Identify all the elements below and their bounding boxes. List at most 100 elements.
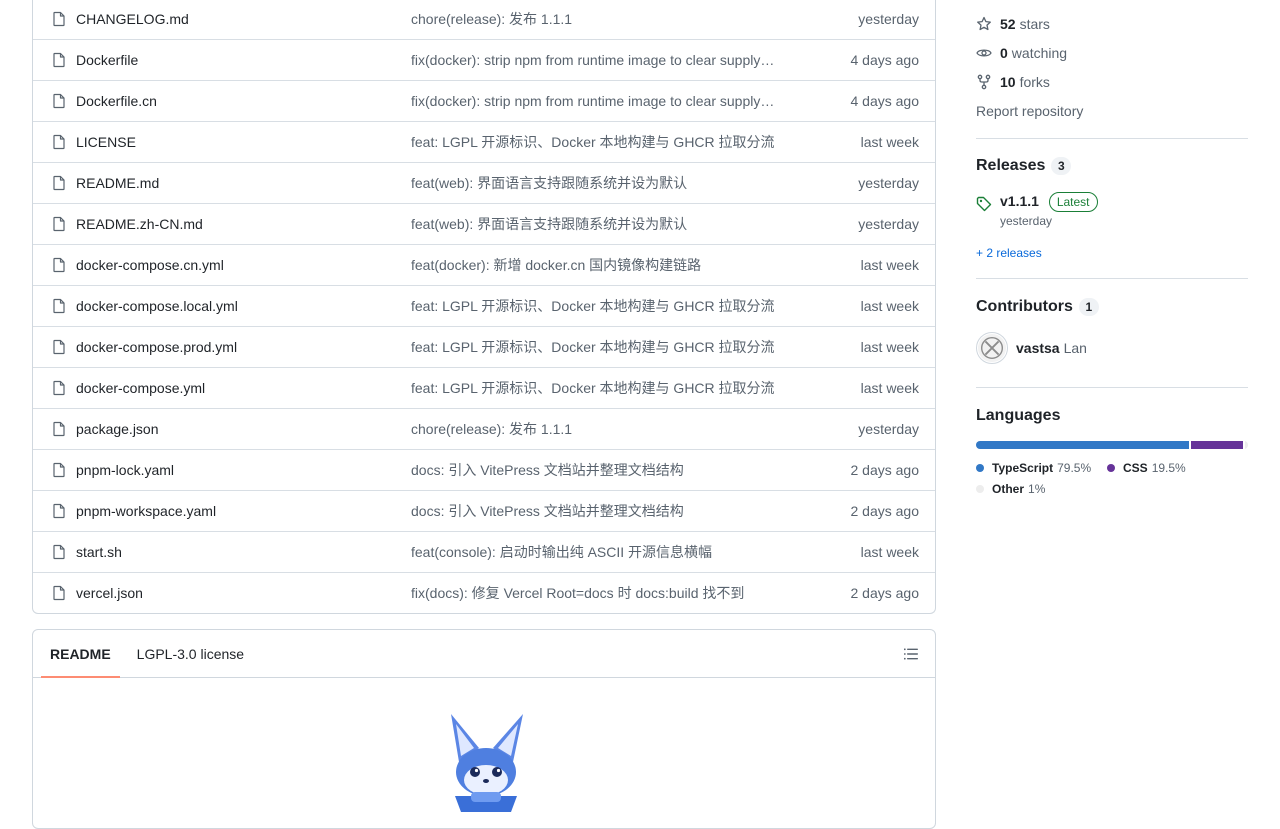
commit-message-link[interactable]: fix(docs): 修复 Vercel Root=docs 时 docs:bu…: [411, 583, 815, 603]
commit-date: 2 days ago: [850, 585, 920, 601]
stars-link[interactable]: 52 stars: [976, 16, 1050, 32]
language-bar: [976, 441, 1248, 449]
sidebar-divider: [976, 138, 1248, 139]
language-percent: 19.5%: [1151, 461, 1186, 475]
commit-date: yesterday: [858, 216, 919, 232]
file-icon: [53, 380, 65, 396]
file-name-link[interactable]: package.json: [76, 421, 411, 437]
commit-message-link[interactable]: docs: 引入 VitePress 文档站并整理文档结构: [411, 501, 815, 521]
eye-icon: [976, 49, 992, 57]
commit-message-link[interactable]: feat: LGPL 开源标识、Docker 本地构建与 GHCR 拉取分流: [411, 132, 815, 152]
forks-label: forks: [1019, 74, 1050, 90]
commit-message-link[interactable]: fix(docker): strip npm from runtime imag…: [411, 93, 815, 109]
commit-date: yesterday: [858, 175, 919, 191]
language-bar-segment: [1245, 441, 1248, 449]
commit-message-link[interactable]: chore(release): 发布 1.1.1: [411, 419, 815, 439]
commit-message-link[interactable]: feat(web): 界面语言支持跟随系统并设为默认: [411, 173, 815, 193]
file-name-link[interactable]: Dockerfile.cn: [76, 93, 411, 109]
file-icon: [53, 503, 65, 519]
release-name: v1.1.1: [1000, 193, 1039, 209]
latest-release[interactable]: v1.1.1 Latest yesterday: [976, 192, 1098, 228]
commit-date: last week: [860, 339, 919, 355]
contributors-title: Contributors: [976, 298, 1073, 315]
contributor-item[interactable]: vastsa Lan: [976, 332, 1087, 364]
stars-count: 52: [1000, 16, 1016, 32]
file-name-link[interactable]: CHANGELOG.md: [76, 11, 411, 27]
file-name-link[interactable]: pnpm-workspace.yaml: [76, 503, 411, 519]
releases-heading[interactable]: Releases 3: [976, 157, 1072, 175]
report-repository-link[interactable]: Report repository: [976, 103, 1083, 119]
commit-date: 2 days ago: [850, 462, 920, 478]
commit-date: last week: [860, 380, 919, 396]
watching-count: 0: [1000, 45, 1008, 61]
file-row: docker-compose.yml feat: LGPL 开源标识、Docker…: [33, 367, 935, 408]
file-name-link[interactable]: README.md: [76, 175, 411, 191]
star-icon: [977, 16, 991, 31]
file-name-link[interactable]: Dockerfile: [76, 52, 411, 68]
file-icon: [53, 216, 65, 232]
file-row: LICENSE feat: LGPL 开源标识、Docker 本地构建与 GHCR…: [33, 121, 935, 162]
list-unordered-icon[interactable]: [903, 646, 919, 662]
file-name-link[interactable]: docker-compose.prod.yml: [76, 339, 411, 355]
file-name-link[interactable]: docker-compose.local.yml: [76, 298, 411, 314]
commit-date: last week: [860, 134, 919, 150]
forks-link[interactable]: 10 forks: [976, 74, 1050, 90]
file-icon: [53, 257, 65, 273]
file-icon: [53, 462, 65, 478]
commit-date: yesterday: [858, 421, 919, 437]
commit-message-link[interactable]: feat: LGPL 开源标识、Docker 本地构建与 GHCR 拉取分流: [411, 337, 815, 357]
commit-message-link[interactable]: chore(release): 发布 1.1.1: [411, 9, 815, 29]
commit-message-link[interactable]: feat(docker): 新增 docker.cn 国内镜像构建链路: [411, 255, 815, 275]
language-color-dot: [976, 464, 984, 472]
tab-readme[interactable]: README: [41, 630, 120, 678]
contributor-name: Lan: [1063, 340, 1087, 356]
file-icon: [53, 134, 65, 150]
language-name: TypeScript: [992, 461, 1054, 475]
fox-mascot-logo: [451, 714, 523, 812]
commit-message-link[interactable]: feat: LGPL 开源标识、Docker 本地构建与 GHCR 拉取分流: [411, 378, 815, 398]
file-row: docker-compose.local.yml feat: LGPL 开源标识、…: [33, 285, 935, 326]
commit-message-link[interactable]: fix(docker): strip npm from runtime imag…: [411, 52, 815, 68]
tag-icon: [976, 196, 992, 212]
commit-date: yesterday: [858, 10, 919, 27]
language-name: Other: [992, 482, 1025, 496]
releases-title: Releases: [976, 157, 1046, 174]
file-name-link[interactable]: pnpm-lock.yaml: [76, 462, 411, 478]
file-name-link[interactable]: vercel.json: [76, 585, 411, 601]
language-percent: 79.5%: [1057, 461, 1092, 475]
language-item-css[interactable]: CSS 19.5%: [1107, 461, 1186, 475]
commit-message-link[interactable]: feat(console): 启动时输出纯 ASCII 开源信息横幅: [411, 542, 815, 562]
language-bar-segment: [976, 441, 1190, 449]
language-item-other: Other 1%: [976, 482, 1045, 496]
file-table: CHANGELOG.md chore(release): 发布 1.1.1 yest…: [32, 0, 936, 614]
more-releases-link[interactable]: + 2 releases: [976, 246, 1042, 260]
languages-heading: Languages: [976, 407, 1060, 425]
commit-message-link[interactable]: feat(web): 界面语言支持跟随系统并设为默认: [411, 214, 815, 234]
file-icon: [53, 298, 65, 314]
file-name-link[interactable]: docker-compose.yml: [76, 380, 411, 396]
stars-label: stars: [1019, 16, 1050, 32]
file-icon: [53, 11, 65, 26]
tab-license[interactable]: LGPL-3.0 license: [128, 630, 253, 677]
commit-date: 4 days ago: [850, 93, 920, 109]
file-row: vercel.json fix(docs): 修复 Vercel Root=doc…: [33, 572, 935, 613]
commit-message-link[interactable]: docs: 引入 VitePress 文档站并整理文档结构: [411, 460, 815, 480]
contributors-heading[interactable]: Contributors 1: [976, 298, 1099, 316]
file-name-link[interactable]: README.zh-CN.md: [76, 216, 411, 232]
commit-date: 2 days ago: [850, 503, 920, 519]
file-row: Dockerfile.cn fix(docker): strip npm from…: [33, 80, 935, 121]
language-name: CSS: [1123, 461, 1148, 475]
commit-date: last week: [860, 298, 919, 314]
language-item-typescript[interactable]: TypeScript 79.5%: [976, 461, 1091, 475]
file-icon: [53, 175, 65, 191]
file-name-link[interactable]: docker-compose.cn.yml: [76, 257, 411, 273]
latest-badge: Latest: [1048, 192, 1098, 212]
file-name-link[interactable]: LICENSE: [76, 134, 411, 150]
file-row: README.zh-CN.md feat(web): 界面语言支持跟随系统并设为默…: [33, 203, 935, 244]
file-name-link[interactable]: start.sh: [76, 544, 411, 560]
file-icon: [53, 52, 65, 68]
watchers-link[interactable]: 0 watching: [976, 45, 1067, 61]
sidebar-divider: [976, 278, 1248, 279]
commit-date: last week: [860, 257, 919, 273]
commit-message-link[interactable]: feat: LGPL 开源标识、Docker 本地构建与 GHCR 拉取分流: [411, 296, 815, 316]
